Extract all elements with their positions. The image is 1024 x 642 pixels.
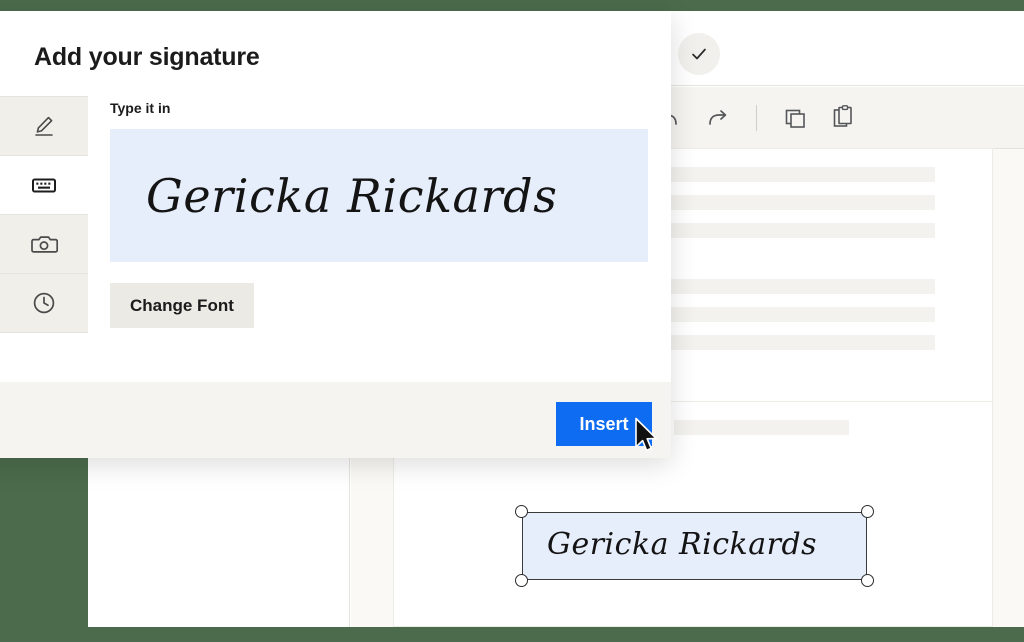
placed-signature-selection[interactable]: Gericka Rickards: [515, 505, 874, 587]
page-title: Add your signature: [34, 43, 260, 71]
keyboard-icon: [32, 178, 56, 193]
change-font-button[interactable]: Change Font: [110, 283, 254, 328]
tab-draw[interactable]: [0, 97, 88, 156]
confirm-button[interactable]: [678, 33, 720, 75]
clock-icon: [33, 292, 55, 314]
tab-type[interactable]: [0, 156, 88, 215]
resize-handle-top-right[interactable]: [861, 505, 874, 518]
screenshot-root: Gericka Rickards Add your signature Type…: [0, 0, 1024, 642]
signature-input-value: Gericka Rickards: [146, 168, 558, 223]
placed-signature-text: Gericka Rickards: [547, 527, 818, 562]
add-signature-modal: Add your signature Type it in Gericka Ri…: [0, 11, 671, 458]
paste-icon[interactable]: [831, 104, 857, 131]
type-it-in-label: Type it in: [110, 100, 171, 116]
placed-signature-box[interactable]: Gericka Rickards: [522, 512, 867, 580]
pencil-icon: [35, 116, 53, 136]
redo-icon[interactable]: [704, 105, 730, 131]
modal-body: Type it in Gericka Rickards Change Font: [88, 86, 671, 382]
resize-handle-top-left[interactable]: [515, 505, 528, 518]
toolbar-separator: [756, 104, 757, 131]
check-icon: [692, 48, 706, 60]
signature-input[interactable]: Gericka Rickards: [110, 129, 648, 262]
resize-handle-bottom-left[interactable]: [515, 574, 528, 587]
insert-button[interactable]: Insert: [556, 402, 652, 446]
signature-method-tabs: [0, 96, 88, 333]
resize-handle-bottom-right[interactable]: [861, 574, 874, 587]
camera-icon: [31, 236, 58, 253]
text-placeholder-line: [674, 420, 849, 435]
tab-upload[interactable]: [0, 215, 88, 274]
tab-recent[interactable]: [0, 274, 88, 333]
copy-icon[interactable]: [783, 105, 809, 131]
modal-footer: Insert: [0, 382, 671, 458]
